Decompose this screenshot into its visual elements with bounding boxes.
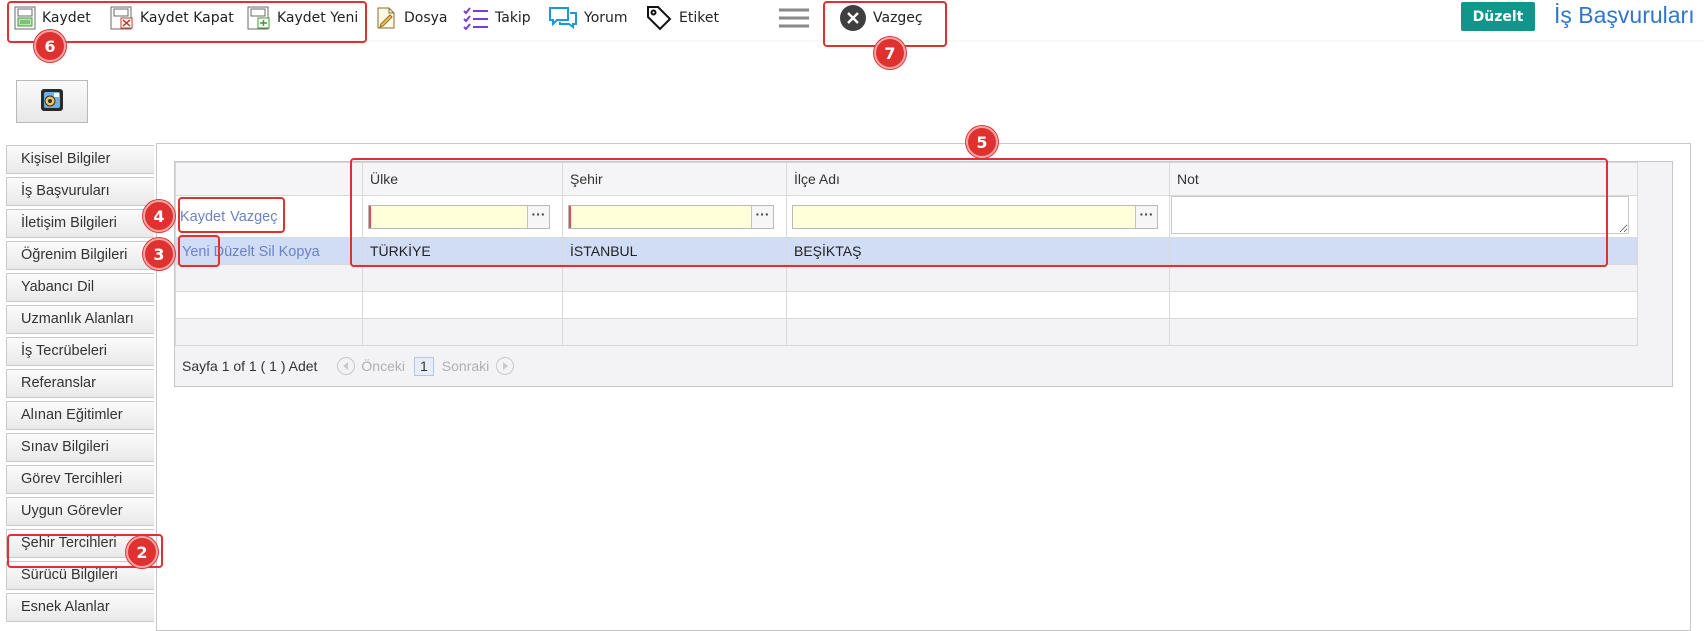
empty-row [175,264,1638,292]
sidebar-item[interactable]: Yabancı Dil [6,273,154,302]
annotation-badge-6: 6 [34,30,66,62]
kaydet-kapat-button[interactable]: Kaydet Kapat [110,3,234,33]
sidebar-item[interactable]: Uzmanlık Alanları [6,305,154,334]
takip-button[interactable]: Takip [463,3,531,33]
cell-ulke: TÜRKİYE [370,243,431,259]
kaydet-button[interactable]: Kaydet [14,3,91,33]
top-toolbar: Kaydet Kaydet Kapat Kaydet Yeni Dosya Ta… [0,0,1704,40]
kopya-link[interactable]: Kopya [279,244,320,260]
vazgec-label: Vazgeç [873,10,923,26]
grid-table: Ülke Şehir İlçe Adı Not Kaydet Vazgeç ··· [175,162,1638,346]
pager: Sayfa 1 of 1 ( 1 ) Adet Önceki 1 Sonraki [175,348,1672,384]
save-icon [14,6,36,30]
vazgec-button[interactable]: Vazgeç [839,3,923,33]
sidebar-item[interactable]: İş Tecrübeleri [6,337,154,366]
save-close-icon [110,6,134,30]
sidebar-item[interactable]: Alınan Eğitimler [6,401,154,430]
kaydet-yeni-label: Kaydet Yeni [277,10,359,26]
takip-label: Takip [495,10,531,26]
pager-info: Sayfa 1 of 1 ( 1 ) Adet [182,358,318,374]
cell-sehir: İSTANBUL [570,243,638,259]
command-column-header [175,162,363,196]
sidebar-item[interactable]: İş Başvuruları [6,177,154,206]
comment-icon [548,6,578,30]
main-panel: Ülke Şehir İlçe Adı Not Kaydet Vazgeç ··· [156,143,1691,631]
ulke-lookup-button[interactable]: ··· [527,205,549,228]
cell-not [1170,243,1177,259]
dosya-button[interactable]: Dosya [374,3,448,33]
annotation-badge-7: 7 [874,37,906,69]
column-header-sehir[interactable]: Şehir [562,162,787,196]
sidebar-item[interactable]: Sürücü Bilgileri [6,561,154,590]
grid-header-row: Ülke Şehir İlçe Adı Not [175,162,1638,196]
annotation-badge-2: 2 [126,536,158,568]
annotation-badge-4: 4 [143,200,175,232]
gear-window-icon [38,87,66,117]
close-circle-icon [839,4,867,32]
duzelt-button[interactable]: Düzelt [1461,2,1535,31]
duzelt-link[interactable]: Düzelt [214,244,255,260]
ilce-lookup-button[interactable]: ··· [1135,205,1157,228]
yorum-button[interactable]: Yorum [548,3,628,33]
dosya-label: Dosya [404,10,448,26]
sidebar-item[interactable]: Öğrenim Bilgileri [6,241,154,270]
not-textarea[interactable] [1171,196,1629,234]
edit-row-commands: Kaydet Vazgeç [175,195,363,238]
sehir-lookup-button[interactable]: ··· [751,205,773,228]
sidebar-item[interactable]: Sınav Bilgileri [6,433,154,462]
etiket-button[interactable]: Etiket [645,3,719,33]
sidebar-item[interactable]: Görev Tercihleri [6,465,154,494]
settings-square-button[interactable] [16,80,88,123]
sidebar-item[interactable]: Uygun Görevler [6,497,154,526]
next-page-link[interactable]: Sonraki [442,358,489,374]
sidebar-item[interactable]: Referanslar [6,369,154,398]
row-commands: Yeni Düzelt Sil Kopya [175,237,363,265]
kaydet-label: Kaydet [42,10,91,26]
edit-row: Kaydet Vazgeç ··· ··· ··· [175,195,1638,238]
current-page[interactable]: 1 [414,356,434,376]
ulke-lookup-input[interactable]: ··· [368,204,550,229]
prev-page-link[interactable]: Önceki [361,358,405,374]
sehir-tercihleri-grid: Ülke Şehir İlçe Adı Not Kaydet Vazgeç ··· [174,161,1673,387]
table-row[interactable]: Yeni Düzelt Sil Kopya TÜRKİYE İSTANBUL B… [175,237,1638,265]
not-cell [1169,195,1638,238]
checklist-icon [463,6,489,30]
sidebar-item[interactable]: Kişisel Bilgiler [6,145,154,174]
vazgec-link[interactable]: Vazgeç [225,209,277,225]
ilce-lookup-input[interactable]: ··· [792,204,1158,229]
empty-row [175,318,1638,346]
tag-icon [645,4,673,32]
ilce-lookup-cell: ··· [786,195,1170,238]
ulke-lookup-cell: ··· [362,195,563,238]
prev-arrow-icon[interactable] [337,357,356,375]
sehir-lookup-cell: ··· [562,195,787,238]
page-title: İş Başvuruları [1554,2,1695,28]
annotation-badge-5: 5 [966,126,998,158]
menu-button[interactable] [779,3,809,33]
kaydet-yeni-button[interactable]: Kaydet Yeni [247,3,358,33]
hamburger-icon [779,6,809,30]
cell-ilce: BEŞİKTAŞ [794,243,862,259]
save-new-icon [247,6,271,30]
yeni-link[interactable]: Yeni [176,244,210,260]
etiket-label: Etiket [679,10,719,26]
column-header-not[interactable]: Not [1169,162,1638,196]
sidebar-item[interactable]: Esnek Alanlar [6,593,154,622]
sidebar-item[interactable]: İletişim Bilgileri [6,209,154,238]
yorum-label: Yorum [584,10,628,26]
annotation-badge-3: 3 [143,238,175,270]
empty-row [175,291,1638,319]
sehir-lookup-input[interactable]: ··· [568,204,774,229]
kaydet-kapat-label: Kaydet Kapat [140,10,234,26]
sil-link[interactable]: Sil [259,244,275,260]
column-header-ulke[interactable]: Ülke [362,162,563,196]
kaydet-link[interactable]: Kaydet [176,209,225,225]
next-arrow-icon[interactable] [496,357,515,375]
file-icon [374,6,398,30]
column-header-ilce[interactable]: İlçe Adı [786,162,1170,196]
